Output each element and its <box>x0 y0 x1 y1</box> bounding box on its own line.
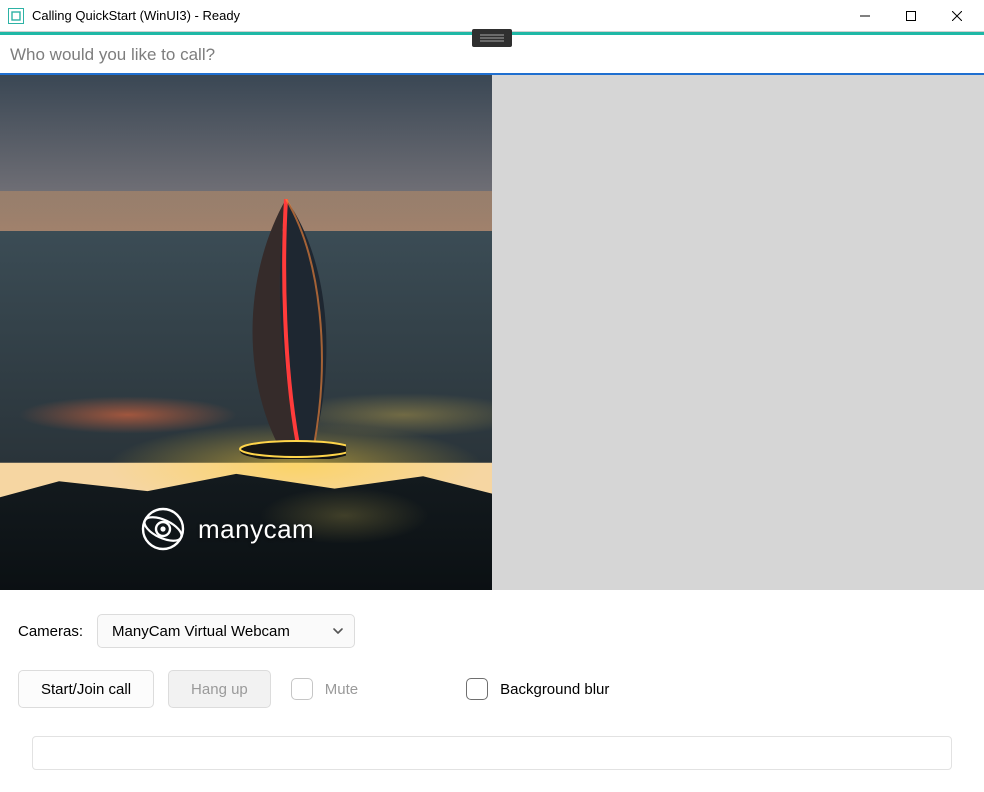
drag-handle-icon[interactable] <box>472 29 512 47</box>
checkbox-box-icon <box>466 678 488 700</box>
mute-checkbox: Mute <box>291 678 358 700</box>
landmark-illustration <box>226 199 346 459</box>
camera-selector-row: Cameras: ManyCam Virtual Webcam <box>18 614 966 648</box>
local-video-tile: manycam <box>0 75 492 590</box>
start-join-call-button[interactable]: Start/Join call <box>18 670 154 708</box>
app-icon <box>8 8 24 24</box>
hang-up-button: Hang up <box>168 670 271 708</box>
window-title: Calling QuickStart (WinUI3) - Ready <box>32 8 842 23</box>
manycam-logo-icon <box>140 506 186 552</box>
window-minimize-button[interactable] <box>842 0 888 32</box>
video-area: manycam <box>0 75 984 590</box>
remote-video-placeholder <box>492 75 984 590</box>
window-maximize-button[interactable] <box>888 0 934 32</box>
window-close-button[interactable] <box>934 0 980 32</box>
camera-select-value: ManyCam Virtual Webcam <box>112 623 290 640</box>
camera-select[interactable]: ManyCam Virtual Webcam <box>97 614 355 648</box>
cameras-label: Cameras: <box>18 623 83 640</box>
watermark-text-bold: many <box>198 514 264 544</box>
checkbox-box-icon <box>291 678 313 700</box>
start-join-call-label: Start/Join call <box>41 681 131 698</box>
background-blur-checkbox[interactable]: Background blur <box>466 678 609 700</box>
call-buttons-row: Start/Join call Hang up Mute Background … <box>18 670 966 708</box>
chevron-down-icon <box>332 625 344 637</box>
status-strip <box>32 736 952 770</box>
background-blur-label: Background blur <box>500 681 609 698</box>
camera-watermark: manycam <box>140 506 314 552</box>
mute-label: Mute <box>325 681 358 698</box>
callee-input-row <box>0 35 984 75</box>
watermark-text-thin: cam <box>264 514 315 544</box>
hang-up-label: Hang up <box>191 681 248 698</box>
window-titlebar: Calling QuickStart (WinUI3) - Ready <box>0 0 984 32</box>
